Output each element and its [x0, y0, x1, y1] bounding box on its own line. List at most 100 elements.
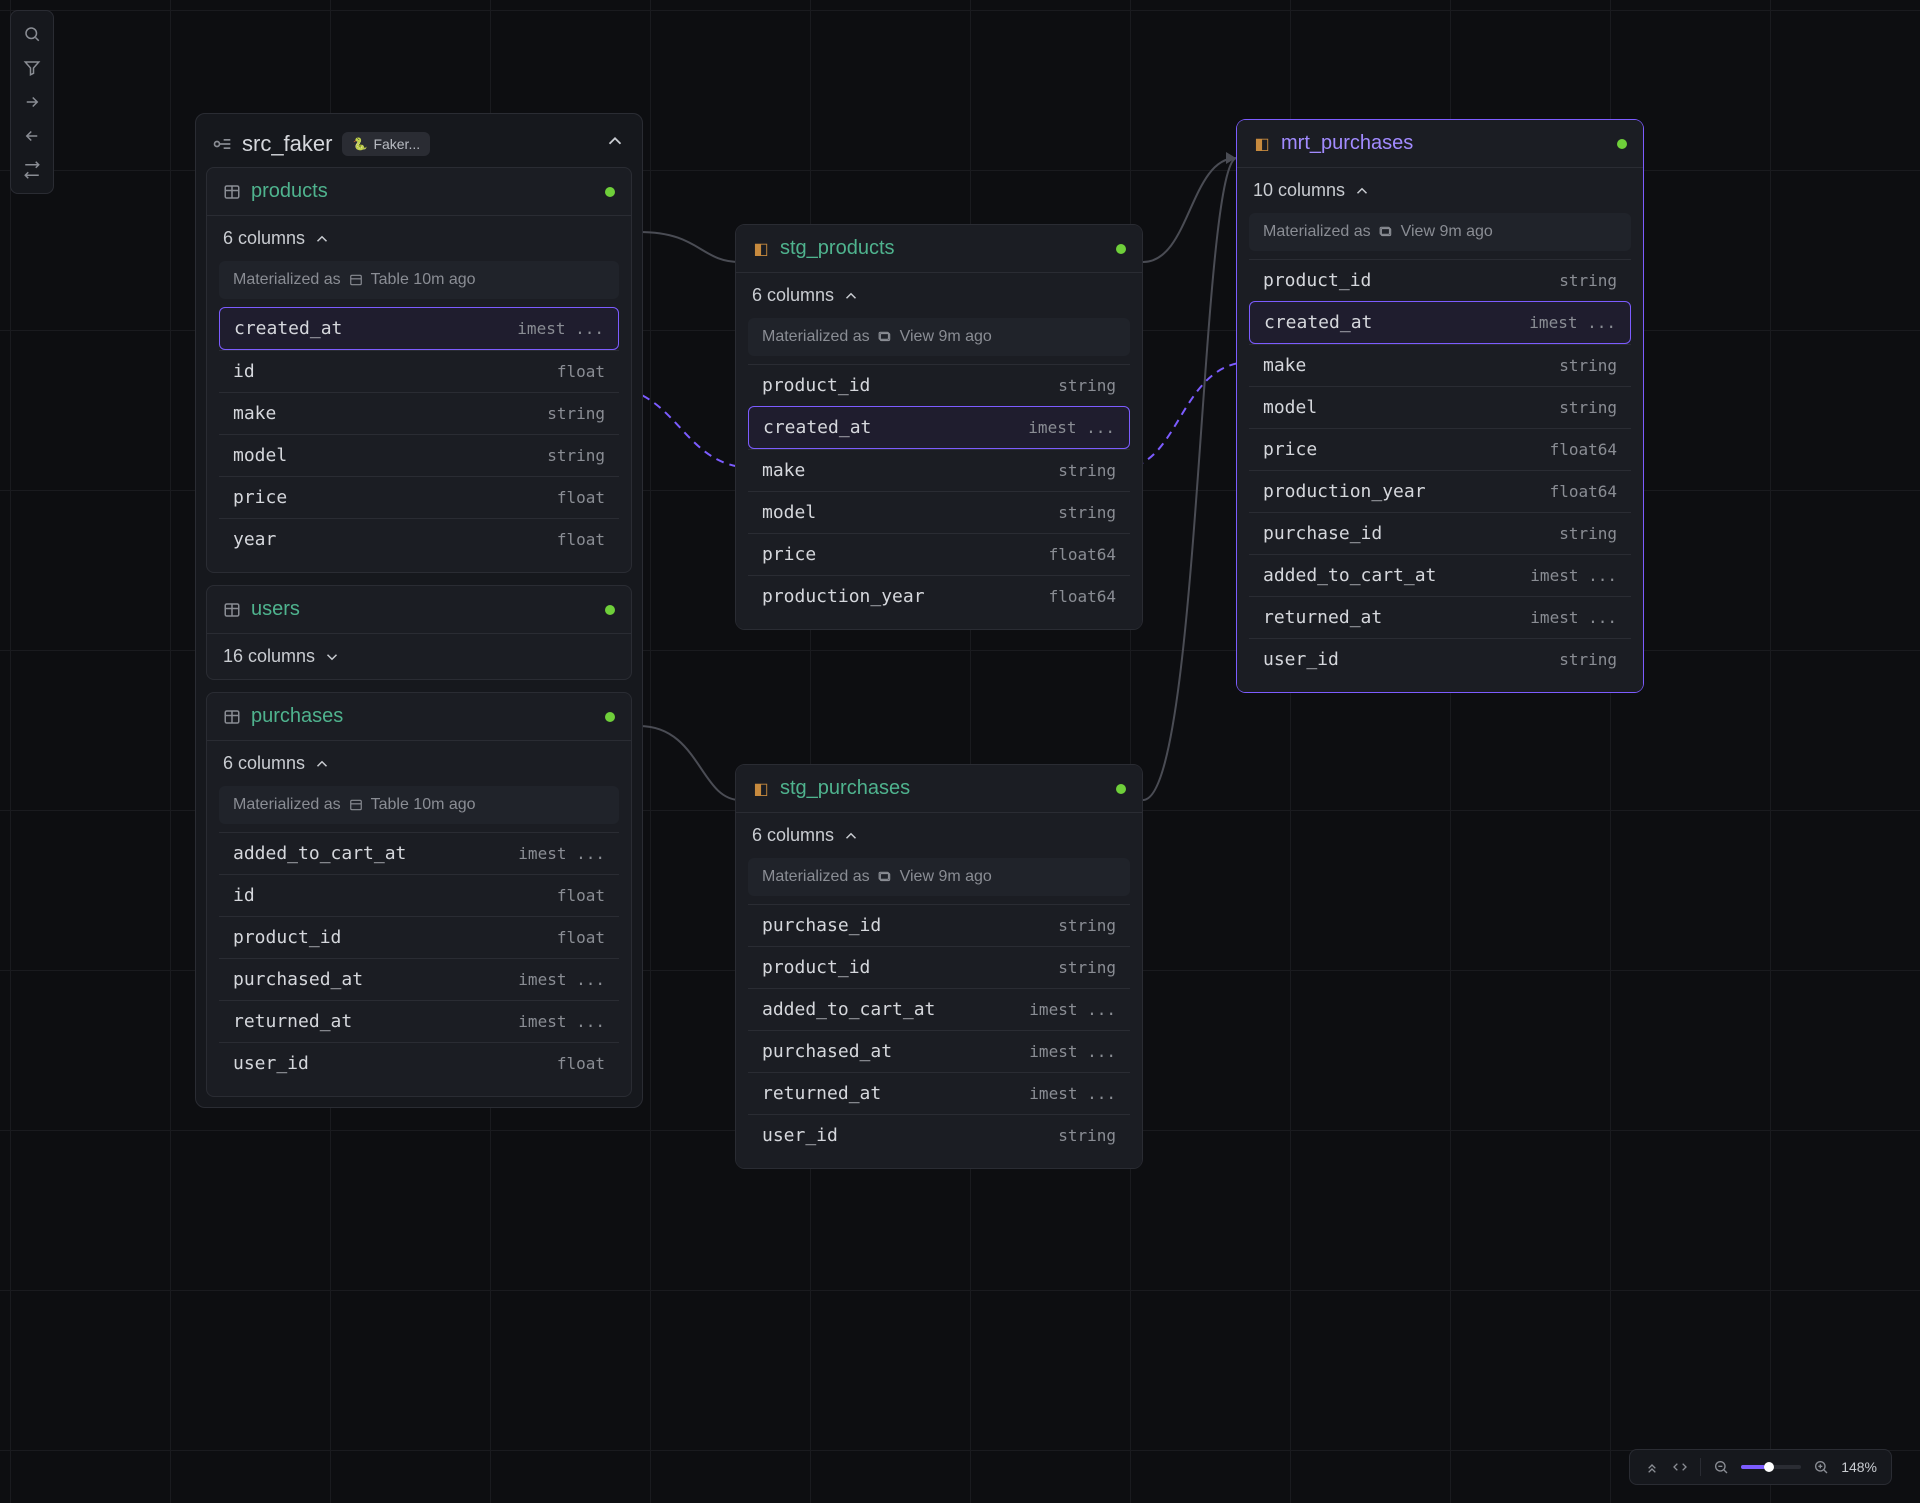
columns-toggle[interactable]: 16 columns: [207, 634, 631, 679]
zoom-level: 148%: [1841, 1459, 1877, 1475]
column-name: returned_at: [762, 1083, 881, 1104]
column-name: model: [1263, 397, 1317, 418]
column-row[interactable]: created_atimest ...: [1249, 301, 1631, 344]
model-icon: ◧: [752, 780, 770, 798]
column-type: string: [1058, 1126, 1116, 1145]
column-row[interactable]: added_to_cart_atimest ...: [219, 832, 619, 874]
node-stg-purchases[interactable]: ◧ stg_purchases 6 columns Materialized a…: [735, 764, 1143, 1169]
column-row[interactable]: pricefloat: [219, 476, 619, 518]
column-name: user_id: [233, 1053, 309, 1074]
fit-width-icon[interactable]: [1672, 1459, 1688, 1475]
table-users[interactable]: users 16 columns: [206, 585, 632, 680]
column-row[interactable]: returned_atimest ...: [748, 1072, 1130, 1114]
column-row[interactable]: idfloat: [219, 874, 619, 916]
column-row[interactable]: created_atimest ...: [219, 307, 619, 350]
column-row[interactable]: returned_at imest ...: [219, 1000, 619, 1042]
column-row[interactable]: created_atimest ...: [748, 406, 1130, 449]
node-src-faker[interactable]: src_faker 🐍Faker... products 6 columns M…: [195, 113, 643, 1108]
model-icon: ◧: [1253, 135, 1271, 153]
column-row[interactable]: returned_atimest ...: [1249, 596, 1631, 638]
column-row[interactable]: production_yearfloat64: [1249, 470, 1631, 512]
column-name: returned_at: [1263, 607, 1382, 628]
column-name: id: [233, 361, 255, 382]
status-dot: [1617, 139, 1627, 149]
arrow-right-icon[interactable]: [11, 85, 53, 119]
node-title: src_faker: [242, 131, 332, 157]
column-row[interactable]: modelstring: [219, 434, 619, 476]
status-dot: [605, 187, 615, 197]
column-row[interactable]: makestring: [1249, 344, 1631, 386]
column-type: float64: [1550, 482, 1617, 501]
table-title: users: [251, 598, 300, 621]
column-row[interactable]: yearfloat: [219, 518, 619, 560]
column-name: created_at: [1264, 312, 1372, 333]
column-row[interactable]: modelstring: [1249, 386, 1631, 428]
columns-toggle[interactable]: 10 columns: [1237, 168, 1643, 213]
swap-icon[interactable]: [11, 153, 53, 187]
table-products[interactable]: products 6 columns Materialized as Table…: [206, 167, 632, 573]
column-row[interactable]: purchased_atimest ...: [748, 1030, 1130, 1072]
column-type: string: [1058, 461, 1116, 480]
table-purchases[interactable]: purchases 6 columns Materialized as Tabl…: [206, 692, 632, 1097]
column-type: imest ...: [1530, 566, 1617, 585]
column-name: added_to_cart_at: [233, 843, 406, 864]
column-name: created_at: [763, 417, 871, 438]
column-row[interactable]: user_idstring: [1249, 638, 1631, 680]
column-row[interactable]: idfloat: [219, 350, 619, 392]
node-title: mrt_purchases: [1281, 132, 1413, 155]
column-name: model: [762, 502, 816, 523]
column-row[interactable]: product_idfloat: [219, 916, 619, 958]
column-row[interactable]: purchase_idstring: [1249, 512, 1631, 554]
columns-toggle[interactable]: 6 columns: [207, 741, 631, 786]
column-row[interactable]: product_idstring: [1249, 259, 1631, 301]
tools-sidebar: [10, 10, 54, 194]
column-name: price: [1263, 439, 1317, 460]
search-icon[interactable]: [11, 17, 53, 51]
column-name: returned_at: [233, 1011, 352, 1032]
node-stg-products[interactable]: ◧ stg_products 6 columns Materialized as…: [735, 224, 1143, 630]
column-row[interactable]: user_id float: [219, 1042, 619, 1084]
column-row[interactable]: purchase_idstring: [748, 904, 1130, 946]
column-type: string: [1058, 503, 1116, 522]
columns-toggle[interactable]: 6 columns: [736, 813, 1142, 858]
column-type: imest ...: [518, 1012, 605, 1031]
column-name: price: [762, 544, 816, 565]
column-row[interactable]: production_yearfloat64: [748, 575, 1130, 617]
collapse-icon[interactable]: [1644, 1459, 1660, 1475]
columns-toggle[interactable]: 6 columns: [736, 273, 1142, 318]
node-title: stg_products: [780, 237, 895, 260]
zoom-in-icon[interactable]: [1813, 1459, 1829, 1475]
zoom-slider[interactable]: [1741, 1465, 1801, 1469]
column-type: imest ...: [518, 970, 605, 989]
column-type: string: [1559, 271, 1617, 290]
column-type: float64: [1049, 587, 1116, 606]
column-name: model: [233, 445, 287, 466]
column-name: purchase_id: [762, 915, 881, 936]
column-name: product_id: [762, 957, 870, 978]
arrow-left-icon[interactable]: [11, 119, 53, 153]
node-mrt-purchases[interactable]: ◧ mrt_purchases 10 columns Materialized …: [1236, 119, 1644, 693]
column-row[interactable]: makestring: [219, 392, 619, 434]
chevron-up-icon[interactable]: [604, 130, 626, 157]
column-name: purchase_id: [1263, 523, 1382, 544]
zoom-toolbar: 148%: [1629, 1449, 1892, 1485]
column-name: product_id: [762, 375, 870, 396]
column-name: user_id: [762, 1125, 838, 1146]
column-name: make: [762, 460, 805, 481]
column-row[interactable]: model string: [748, 491, 1130, 533]
column-row[interactable]: purchased_atimest ...: [219, 958, 619, 1000]
column-type: float: [557, 1054, 605, 1073]
columns-toggle[interactable]: 6 columns: [207, 216, 631, 261]
column-name: purchased_at: [762, 1041, 892, 1062]
filter-icon[interactable]: [11, 51, 53, 85]
column-row[interactable]: pricefloat64: [748, 533, 1130, 575]
zoom-out-icon[interactable]: [1713, 1459, 1729, 1475]
column-row[interactable]: added_to_cart_atimest ...: [1249, 554, 1631, 596]
column-row[interactable]: product_idstring: [748, 946, 1130, 988]
column-row[interactable]: user_id string: [748, 1114, 1130, 1156]
column-row[interactable]: product_idstring: [748, 364, 1130, 406]
column-row[interactable]: make string: [748, 449, 1130, 491]
column-row[interactable]: pricefloat64: [1249, 428, 1631, 470]
column-row[interactable]: added_to_cart_atimest ...: [748, 988, 1130, 1030]
materialized-info: Materialized as View 9m ago: [748, 858, 1130, 896]
